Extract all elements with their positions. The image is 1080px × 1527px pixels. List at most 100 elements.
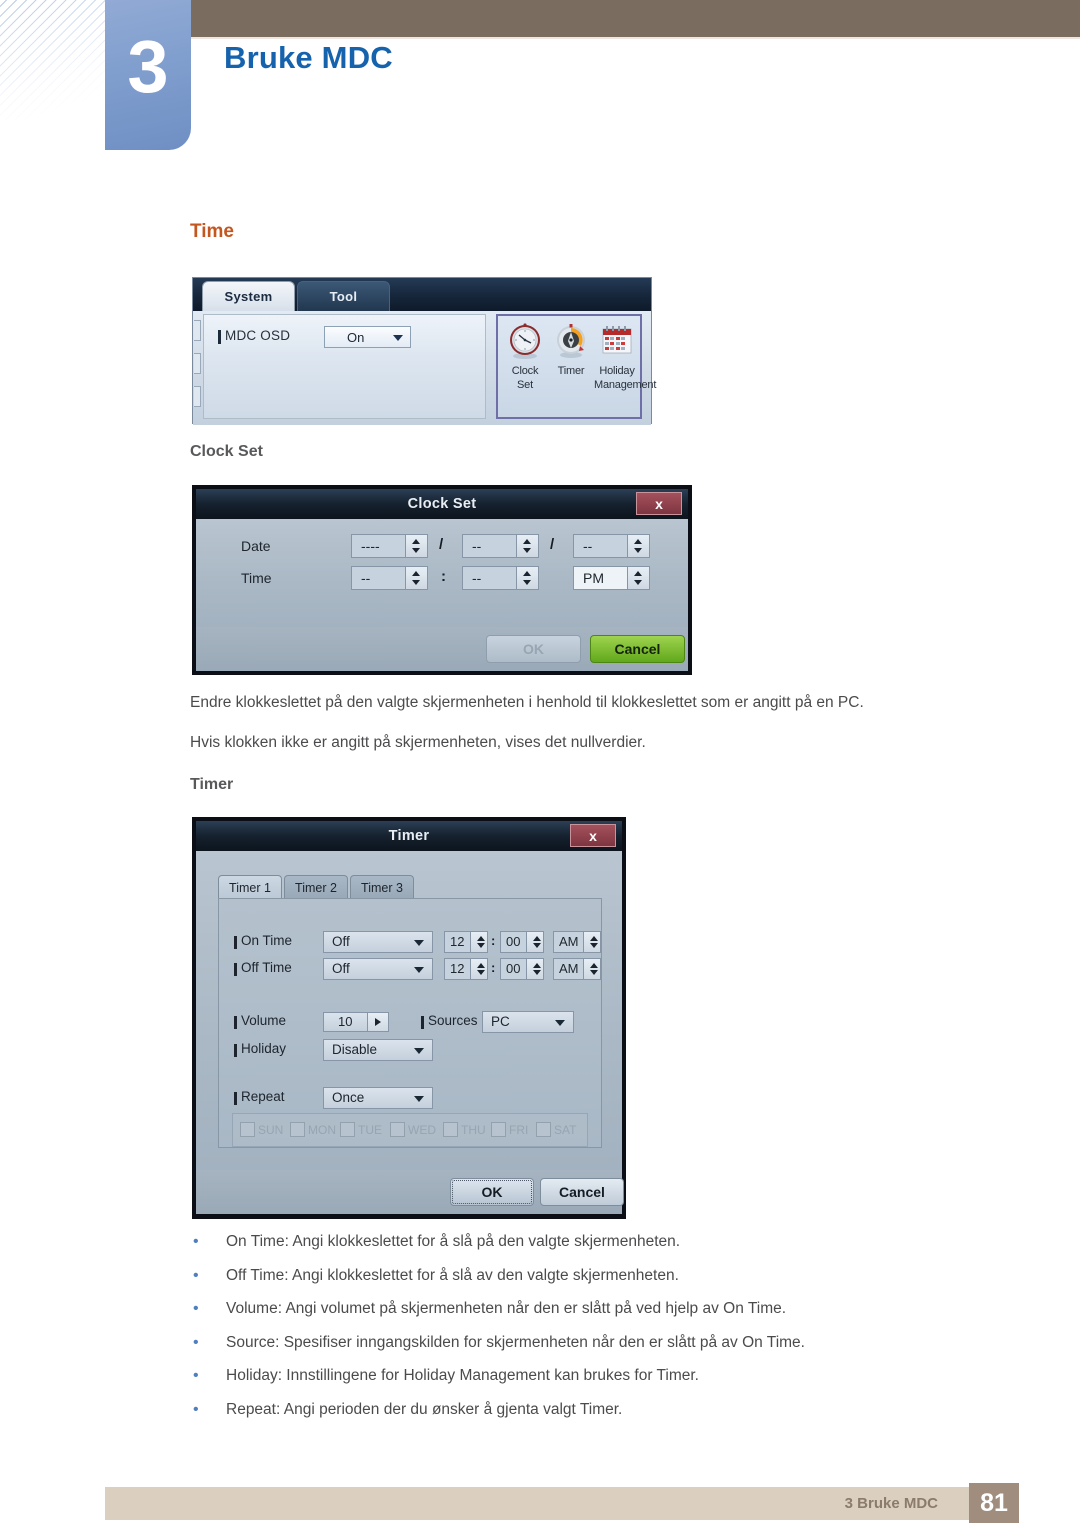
paragraph-1: Endre klokkeslettet på den valgte skjerm… bbox=[190, 694, 864, 711]
weekday-mon[interactable]: MON bbox=[290, 1122, 336, 1137]
holiday-caption-1: Holiday bbox=[599, 365, 635, 377]
spinner-arrows-icon[interactable] bbox=[470, 932, 487, 952]
system-panel-tabstrip: System Tool bbox=[193, 278, 651, 311]
date-day-spinner[interactable]: -- bbox=[573, 534, 650, 558]
spinner-arrows-icon[interactable] bbox=[405, 567, 427, 589]
mdc-osd-select[interactable]: On bbox=[324, 326, 411, 348]
list-item: • Repeat: Angi perioden der du ønsker å … bbox=[190, 1400, 1020, 1420]
timer-cancel-button[interactable]: Cancel bbox=[540, 1178, 624, 1206]
spinner-arrows-icon[interactable] bbox=[583, 959, 600, 979]
repeat-select[interactable]: Once bbox=[323, 1087, 433, 1109]
weekday-wed[interactable]: WED bbox=[390, 1122, 436, 1137]
checkbox-fri[interactable] bbox=[491, 1122, 506, 1137]
date-year-value: ---- bbox=[361, 538, 380, 554]
repeat-value: Once bbox=[332, 1090, 365, 1105]
sources-select[interactable]: PC bbox=[482, 1011, 574, 1033]
spinner-arrows-icon[interactable] bbox=[470, 959, 487, 979]
list-item-text: Volume: Angi volumet på skjermenheten nå… bbox=[226, 1300, 787, 1317]
clock-set-button[interactable]: Clock Set bbox=[502, 321, 548, 391]
date-month-spinner[interactable]: -- bbox=[462, 534, 539, 558]
tab-timer-1[interactable]: Timer 1 bbox=[218, 875, 282, 899]
timer-icon bbox=[550, 321, 592, 363]
weekday-group: SUN MON TUE WED THU FRI SAT bbox=[232, 1113, 588, 1147]
on-time-state-value: Off bbox=[332, 934, 350, 949]
side-tab-1[interactable] bbox=[194, 320, 201, 341]
checkbox-tue[interactable] bbox=[340, 1122, 355, 1137]
spinner-arrows-icon[interactable] bbox=[516, 535, 538, 557]
weekday-mon-label: MON bbox=[308, 1122, 336, 1137]
on-time-state-select[interactable]: Off bbox=[323, 931, 433, 953]
spinner-arrows-icon[interactable] bbox=[583, 932, 600, 952]
footer-page-number: 81 bbox=[969, 1483, 1019, 1523]
time-minute-spinner[interactable]: -- bbox=[462, 566, 539, 590]
weekday-tue[interactable]: TUE bbox=[340, 1122, 382, 1137]
spinner-arrows-icon[interactable] bbox=[516, 567, 538, 589]
sources-label: Sources bbox=[428, 1013, 478, 1028]
list-item-text: Off Time: Angi klokkeslettet for å slå a… bbox=[226, 1266, 679, 1284]
spinner-arrows-icon[interactable] bbox=[627, 535, 649, 557]
bullet-marker-icon: • bbox=[193, 1266, 199, 1284]
holiday-management-button[interactable]: Holiday Management bbox=[594, 321, 656, 391]
timer-body: Timer 1 Timer 2 Timer 3 On Time Off 12 :… bbox=[196, 851, 622, 1170]
checkbox-mon[interactable] bbox=[290, 1122, 305, 1137]
timer-tabstrip: Timer 1 Timer 2 Timer 3 bbox=[218, 875, 602, 899]
spinner-arrows-icon[interactable] bbox=[627, 567, 649, 589]
off-time-state-select[interactable]: Off bbox=[323, 958, 433, 980]
chevron-down-icon bbox=[414, 940, 424, 946]
off-time-hour-value: 12 bbox=[450, 961, 465, 976]
checkbox-wed[interactable] bbox=[390, 1122, 405, 1137]
on-time-minute-spinner[interactable]: 00 bbox=[500, 931, 544, 953]
off-time-minute-spinner[interactable]: 00 bbox=[500, 958, 544, 980]
tab-tool[interactable]: Tool bbox=[297, 281, 390, 311]
decorative-hatch-pattern bbox=[0, 0, 105, 120]
stepper-right-arrow-icon[interactable] bbox=[367, 1013, 388, 1031]
chevron-down-icon bbox=[555, 1020, 565, 1026]
system-panel-body: MDC OSD On Clock Set Timer Holiday Manag… bbox=[193, 311, 656, 425]
tab-system[interactable]: System bbox=[202, 281, 295, 311]
timer-ok-button[interactable]: OK bbox=[450, 1178, 534, 1206]
clock-set-ok-button[interactable]: OK bbox=[486, 635, 581, 663]
holiday-select[interactable]: Disable bbox=[323, 1039, 433, 1061]
tab-timer-2[interactable]: Timer 2 bbox=[284, 875, 348, 899]
time-meridiem-spinner[interactable]: PM bbox=[573, 566, 650, 590]
time-hour-spinner[interactable]: -- bbox=[351, 566, 428, 590]
side-tab-2[interactable] bbox=[194, 353, 201, 374]
tab-timer-3[interactable]: Timer 3 bbox=[350, 875, 414, 899]
subheading-timer: Timer bbox=[190, 776, 234, 793]
weekday-thu-label: THU bbox=[461, 1122, 486, 1137]
list-item-text: Repeat: Angi perioden der du ønsker å gj… bbox=[226, 1400, 623, 1418]
chapter-number-badge: 3 bbox=[105, 0, 191, 150]
volume-stepper[interactable]: 10 bbox=[323, 1012, 389, 1032]
chevron-down-icon bbox=[393, 335, 403, 341]
field-marker-icon bbox=[421, 1016, 424, 1029]
close-icon[interactable]: x bbox=[636, 492, 682, 515]
checkbox-sat[interactable] bbox=[536, 1122, 551, 1137]
weekday-thu[interactable]: THU bbox=[443, 1122, 486, 1137]
on-time-hour-spinner[interactable]: 12 bbox=[444, 931, 488, 953]
volume-label: Volume bbox=[241, 1013, 287, 1028]
spinner-arrows-icon[interactable] bbox=[526, 932, 543, 952]
time-meridiem-value: PM bbox=[583, 570, 604, 586]
date-year-spinner[interactable]: ---- bbox=[351, 534, 428, 558]
checkbox-thu[interactable] bbox=[443, 1122, 458, 1137]
bullet-marker-icon: • bbox=[193, 1333, 199, 1351]
list-item: • On Time: Angi klokkeslettet for å slå … bbox=[190, 1232, 1020, 1252]
timer-button[interactable]: Timer bbox=[548, 321, 594, 377]
spinner-arrows-icon[interactable] bbox=[405, 535, 427, 557]
weekday-fri-label: FRI bbox=[509, 1122, 529, 1137]
weekday-sun[interactable]: SUN bbox=[240, 1122, 283, 1137]
clock-set-cancel-button[interactable]: Cancel bbox=[590, 635, 685, 663]
spinner-arrows-icon[interactable] bbox=[526, 959, 543, 979]
on-time-meridiem-spinner[interactable]: AM bbox=[553, 931, 601, 953]
list-item-text: Holiday: Innstillingene for Holiday Mana… bbox=[226, 1367, 699, 1384]
side-tab-3[interactable] bbox=[194, 386, 201, 407]
on-time-minute-value: 00 bbox=[506, 934, 521, 949]
weekday-sat[interactable]: SAT bbox=[536, 1122, 576, 1137]
close-icon[interactable]: x bbox=[570, 824, 616, 847]
off-time-meridiem-spinner[interactable]: AM bbox=[553, 958, 601, 980]
weekday-fri[interactable]: FRI bbox=[491, 1122, 528, 1137]
clock-set-caption-1: Clock bbox=[511, 365, 539, 377]
off-time-hour-spinner[interactable]: 12 bbox=[444, 958, 488, 980]
header-brown-bar bbox=[190, 0, 1080, 37]
checkbox-sun[interactable] bbox=[240, 1122, 255, 1137]
